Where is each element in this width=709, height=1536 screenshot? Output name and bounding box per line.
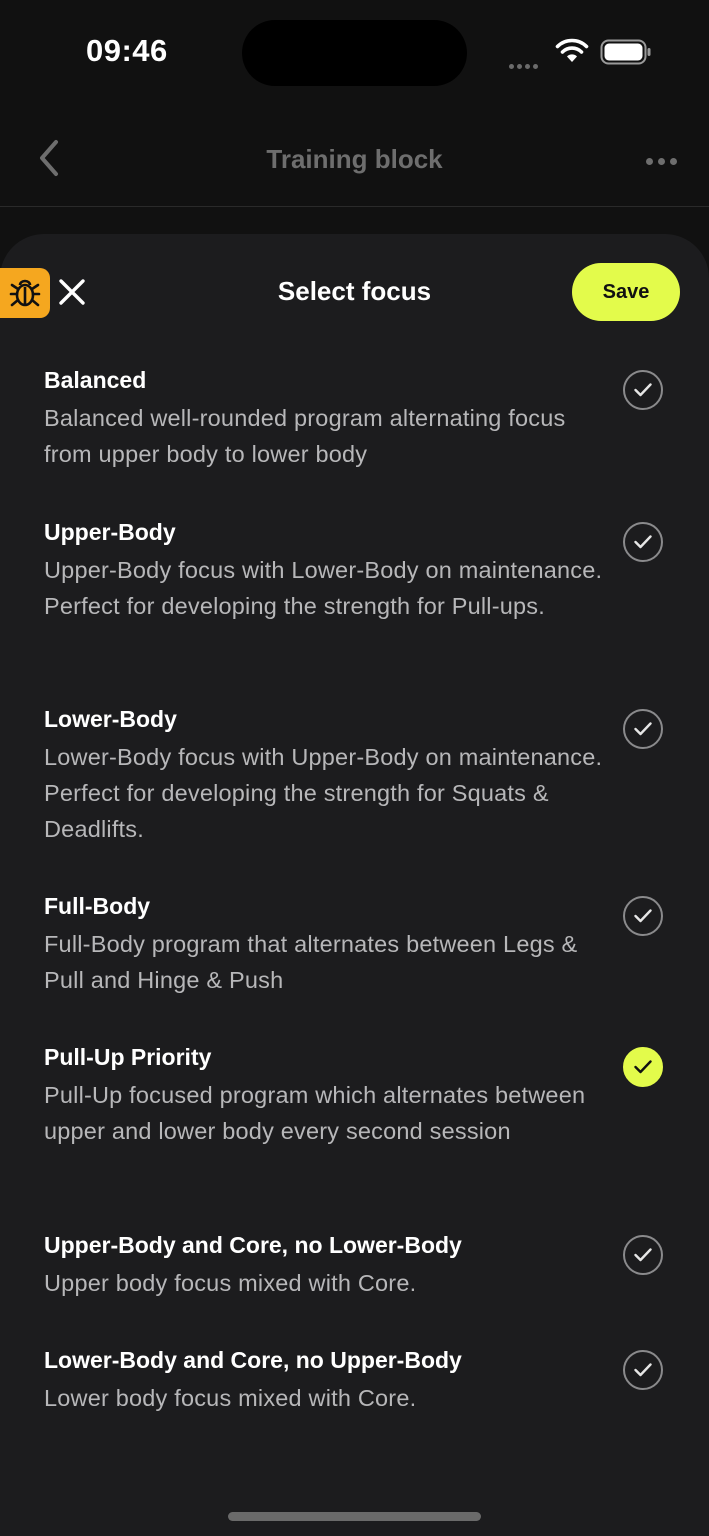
screen: 09:46 Training block Select focus Save B… — [0, 0, 709, 1536]
option-lower-body[interactable]: Lower-Body Lower-Body focus with Upper-B… — [44, 703, 674, 847]
nav-bar: Training block — [0, 104, 709, 207]
home-indicator — [228, 1512, 481, 1521]
option-description: Upper body focus mixed with Core. — [44, 1270, 417, 1296]
checkmark-icon[interactable] — [623, 709, 663, 749]
option-upper-body-and-core[interactable]: Upper-Body and Core, no Lower-Body Upper… — [44, 1229, 674, 1301]
option-description: Lower-Body focus with Upper-Body on main… — [44, 744, 603, 842]
dynamic-island — [242, 20, 467, 86]
checkmark-icon[interactable] — [623, 522, 663, 562]
option-title: Lower-Body and Core, no Upper-Body — [44, 1347, 462, 1373]
option-title: Upper-Body and Core, no Lower-Body — [44, 1232, 462, 1258]
status-time: 09:46 — [86, 33, 168, 68]
battery-icon — [600, 39, 652, 65]
checkmark-icon[interactable] — [623, 1047, 663, 1087]
option-description: Full-Body program that alternates betwee… — [44, 931, 578, 993]
option-description: Pull-Up focused program which alternates… — [44, 1082, 586, 1144]
option-upper-body[interactable]: Upper-Body Upper-Body focus with Lower-B… — [44, 516, 674, 624]
option-description: Balanced well-rounded program alternatin… — [44, 405, 566, 467]
option-full-body[interactable]: Full-Body Full-Body program that alterna… — [44, 890, 674, 998]
option-title: Lower-Body — [44, 706, 177, 732]
option-description: Upper-Body focus with Lower-Body on main… — [44, 557, 603, 619]
option-balanced[interactable]: Balanced Balanced well-rounded program a… — [44, 364, 674, 472]
option-title: Upper-Body — [44, 519, 176, 545]
option-title: Pull-Up Priority — [44, 1044, 212, 1070]
option-lower-body-and-core[interactable]: Lower-Body and Core, no Upper-Body Lower… — [44, 1344, 674, 1416]
nav-title: Training block — [266, 144, 443, 174]
more-horizontal-icon[interactable] — [646, 152, 686, 165]
checkmark-icon[interactable] — [623, 1235, 663, 1275]
option-description: Lower body focus mixed with Core. — [44, 1385, 417, 1411]
wifi-icon — [555, 38, 589, 64]
option-title: Full-Body — [44, 893, 151, 919]
cellular-signal-icon — [509, 56, 545, 69]
option-pull-up-priority[interactable]: Pull-Up Priority Pull-Up focused program… — [44, 1041, 674, 1149]
status-bar: 09:46 — [0, 0, 709, 104]
select-focus-sheet: Select focus Save Balanced Balanced well… — [0, 234, 709, 1536]
checkmark-icon[interactable] — [623, 370, 663, 410]
checkmark-icon[interactable] — [623, 1350, 663, 1390]
checkmark-icon[interactable] — [623, 896, 663, 936]
option-title: Balanced — [44, 367, 147, 393]
save-button[interactable]: Save — [572, 263, 680, 321]
